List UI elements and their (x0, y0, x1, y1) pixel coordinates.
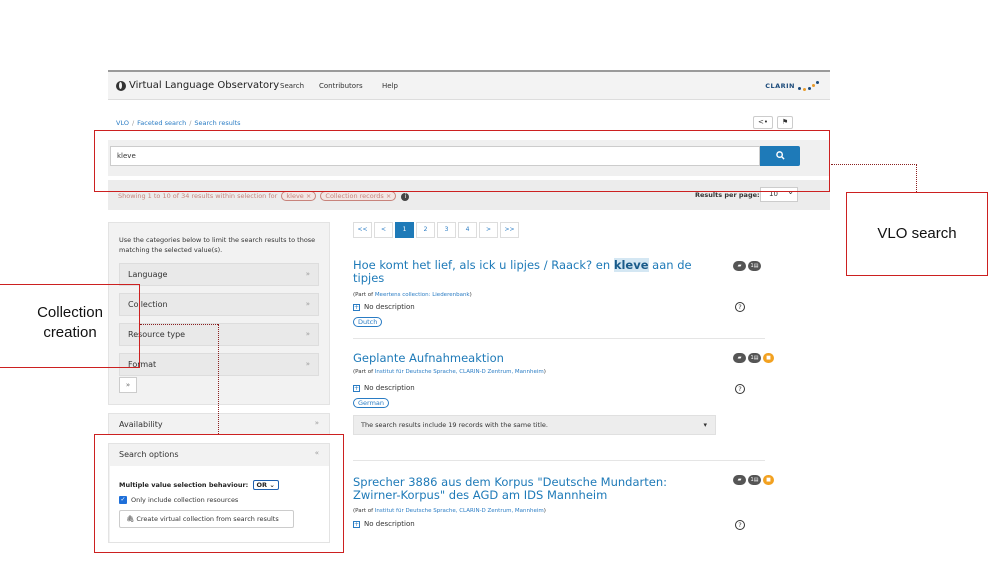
facets-intro-text: Use the categories below to limit the se… (119, 236, 316, 254)
record-icons: ▰ 1▤ ■ (733, 353, 776, 363)
vlo-search-highlight-box (94, 130, 830, 192)
connector-line (218, 324, 219, 434)
collection-link[interactable]: Institut für Deutsche Sprache, CLARIN-D … (375, 369, 544, 375)
nav-search[interactable]: Search (280, 82, 304, 90)
top-navbar: Virtual Language Observatory Search Cont… (108, 70, 830, 100)
facet-collection[interactable]: Collection» (119, 293, 319, 316)
folder-icon[interactable]: ▰ (733, 261, 746, 271)
language-badge[interactable]: Dutch (353, 317, 383, 327)
resource-count-icon[interactable]: 1▤ (748, 261, 761, 271)
folder-icon[interactable]: ▰ (733, 475, 746, 485)
pager-page-3[interactable]: 3 (437, 222, 456, 238)
availability-label: Availability (119, 420, 163, 429)
info-icon[interactable]: i (401, 193, 410, 201)
resource-count-icon[interactable]: 1▤ (748, 353, 761, 363)
brand-link[interactable]: Virtual Language Observatory (116, 80, 279, 91)
vlo-search-label: VLO search (877, 225, 957, 242)
expand-icon[interactable]: + (353, 304, 360, 311)
language-badge[interactable]: German (353, 398, 390, 408)
record-part-of: (Part of Institut für Deutsche Sprache, … (353, 369, 546, 375)
record-title[interactable]: Geplante Aufnahmeaktion (353, 352, 703, 365)
record-icons: ▰ 1▤ ■ (733, 475, 776, 485)
share-button[interactable]: <• (753, 116, 773, 129)
chevron-down-icon: » (305, 330, 310, 338)
results-list: << < 1 2 3 4 > >> Hoe komt het lief, als… (353, 222, 793, 563)
vlo-search-annotation: VLO search (846, 192, 988, 276)
breadcrumb-faceted-search[interactable]: Faceted search (137, 119, 186, 127)
facet-panel: Use the categories below to limit the se… (108, 222, 330, 405)
nav-contributors[interactable]: Contributors (319, 82, 363, 90)
expand-icon[interactable]: + (353, 385, 360, 392)
pager-page-1[interactable]: 1 (395, 222, 414, 238)
availability-panel[interactable]: Availability » (108, 413, 330, 435)
collection-creation-annotation: Collection creation (0, 284, 140, 368)
record-part-of: (Part of Institut für Deutsche Sprache, … (353, 508, 546, 514)
expand-icon[interactable]: + (353, 521, 360, 528)
collection-link[interactable]: Institut für Deutsche Sprache, CLARIN-D … (375, 508, 544, 514)
breadcrumb-search-results[interactable]: Search results (194, 119, 240, 127)
clarin-dots-icon (798, 81, 820, 91)
lock-icon[interactable]: ■ (763, 353, 774, 363)
facet-language[interactable]: Language » (119, 263, 319, 286)
connector-line (916, 164, 917, 192)
breadcrumb: VLO / Faceted search / Search results <• ⚑ (108, 115, 830, 131)
resource-count-icon[interactable]: 1▤ (748, 475, 761, 485)
pagination: << < 1 2 3 4 > >> (353, 222, 521, 238)
record-title[interactable]: Sprecher 3886 aus dem Korpus "Deutsche M… (353, 476, 703, 502)
search-highlight: kleve (613, 258, 649, 272)
results-summary: Showing 1 to 10 of 34 results within sel… (118, 191, 410, 201)
facet-resource-type[interactable]: Resource type» (119, 323, 319, 346)
chevron-down-icon: » (305, 300, 310, 308)
divider (353, 338, 765, 339)
record-part-of: (Part of Meertens collection: Liederenba… (353, 292, 472, 298)
help-icon[interactable]: ? (735, 520, 745, 530)
pager-prev[interactable]: < (374, 222, 393, 238)
chevron-down-icon: » (314, 419, 319, 427)
divider (353, 460, 765, 461)
record-icons: ▰ 1▤ (733, 261, 763, 271)
chevron-down-icon: » (305, 270, 310, 278)
connector-line (831, 164, 917, 165)
collection-link[interactable]: Meertens collection: Liederenbank (375, 292, 470, 298)
clarin-logo-text: CLARIN (765, 82, 795, 90)
facet-language-label: Language (128, 270, 168, 279)
pager-last[interactable]: >> (500, 222, 519, 238)
pager-first[interactable]: << (353, 222, 372, 238)
record-description[interactable]: + No description (353, 520, 415, 528)
query-chip[interactable]: kleve × (281, 191, 317, 201)
record-title[interactable]: Hoe komt het lief, als ick u lipjes / Ra… (353, 258, 703, 285)
globe-icon (116, 80, 126, 91)
results-count-text: Showing 1 to 10 of 34 results within sel… (118, 192, 278, 200)
record-description[interactable]: + No description (353, 303, 415, 311)
pager-page-2[interactable]: 2 (416, 222, 435, 238)
record-description[interactable]: + No description (353, 384, 415, 392)
pager-next[interactable]: > (479, 222, 498, 238)
collection-creation-highlight-box (94, 434, 344, 553)
help-icon[interactable]: ? (735, 384, 745, 394)
nav-help[interactable]: Help (382, 82, 398, 90)
brand-title: Virtual Language Observatory (129, 80, 280, 91)
help-icon[interactable]: ? (735, 302, 745, 312)
breadcrumb-vlo[interactable]: VLO (116, 119, 129, 127)
more-facets-button[interactable]: » (119, 377, 137, 393)
clarin-logo[interactable]: CLARIN (765, 81, 820, 91)
chevron-down-icon: » (305, 360, 310, 368)
lock-icon[interactable]: ■ (763, 475, 774, 485)
collection-creation-label: Collection creation (37, 304, 103, 341)
same-title-expander[interactable]: The search results include 19 records wi… (353, 415, 716, 435)
connector-line (140, 324, 218, 325)
collection-records-chip[interactable]: Collection records × (320, 191, 397, 201)
pager-page-4[interactable]: 4 (458, 222, 477, 238)
folder-icon[interactable]: ▰ (733, 353, 746, 363)
results-per-page-label: Results per page: (695, 191, 760, 199)
flag-button[interactable]: ⚑ (777, 116, 793, 129)
facet-format[interactable]: Format» (119, 353, 319, 376)
